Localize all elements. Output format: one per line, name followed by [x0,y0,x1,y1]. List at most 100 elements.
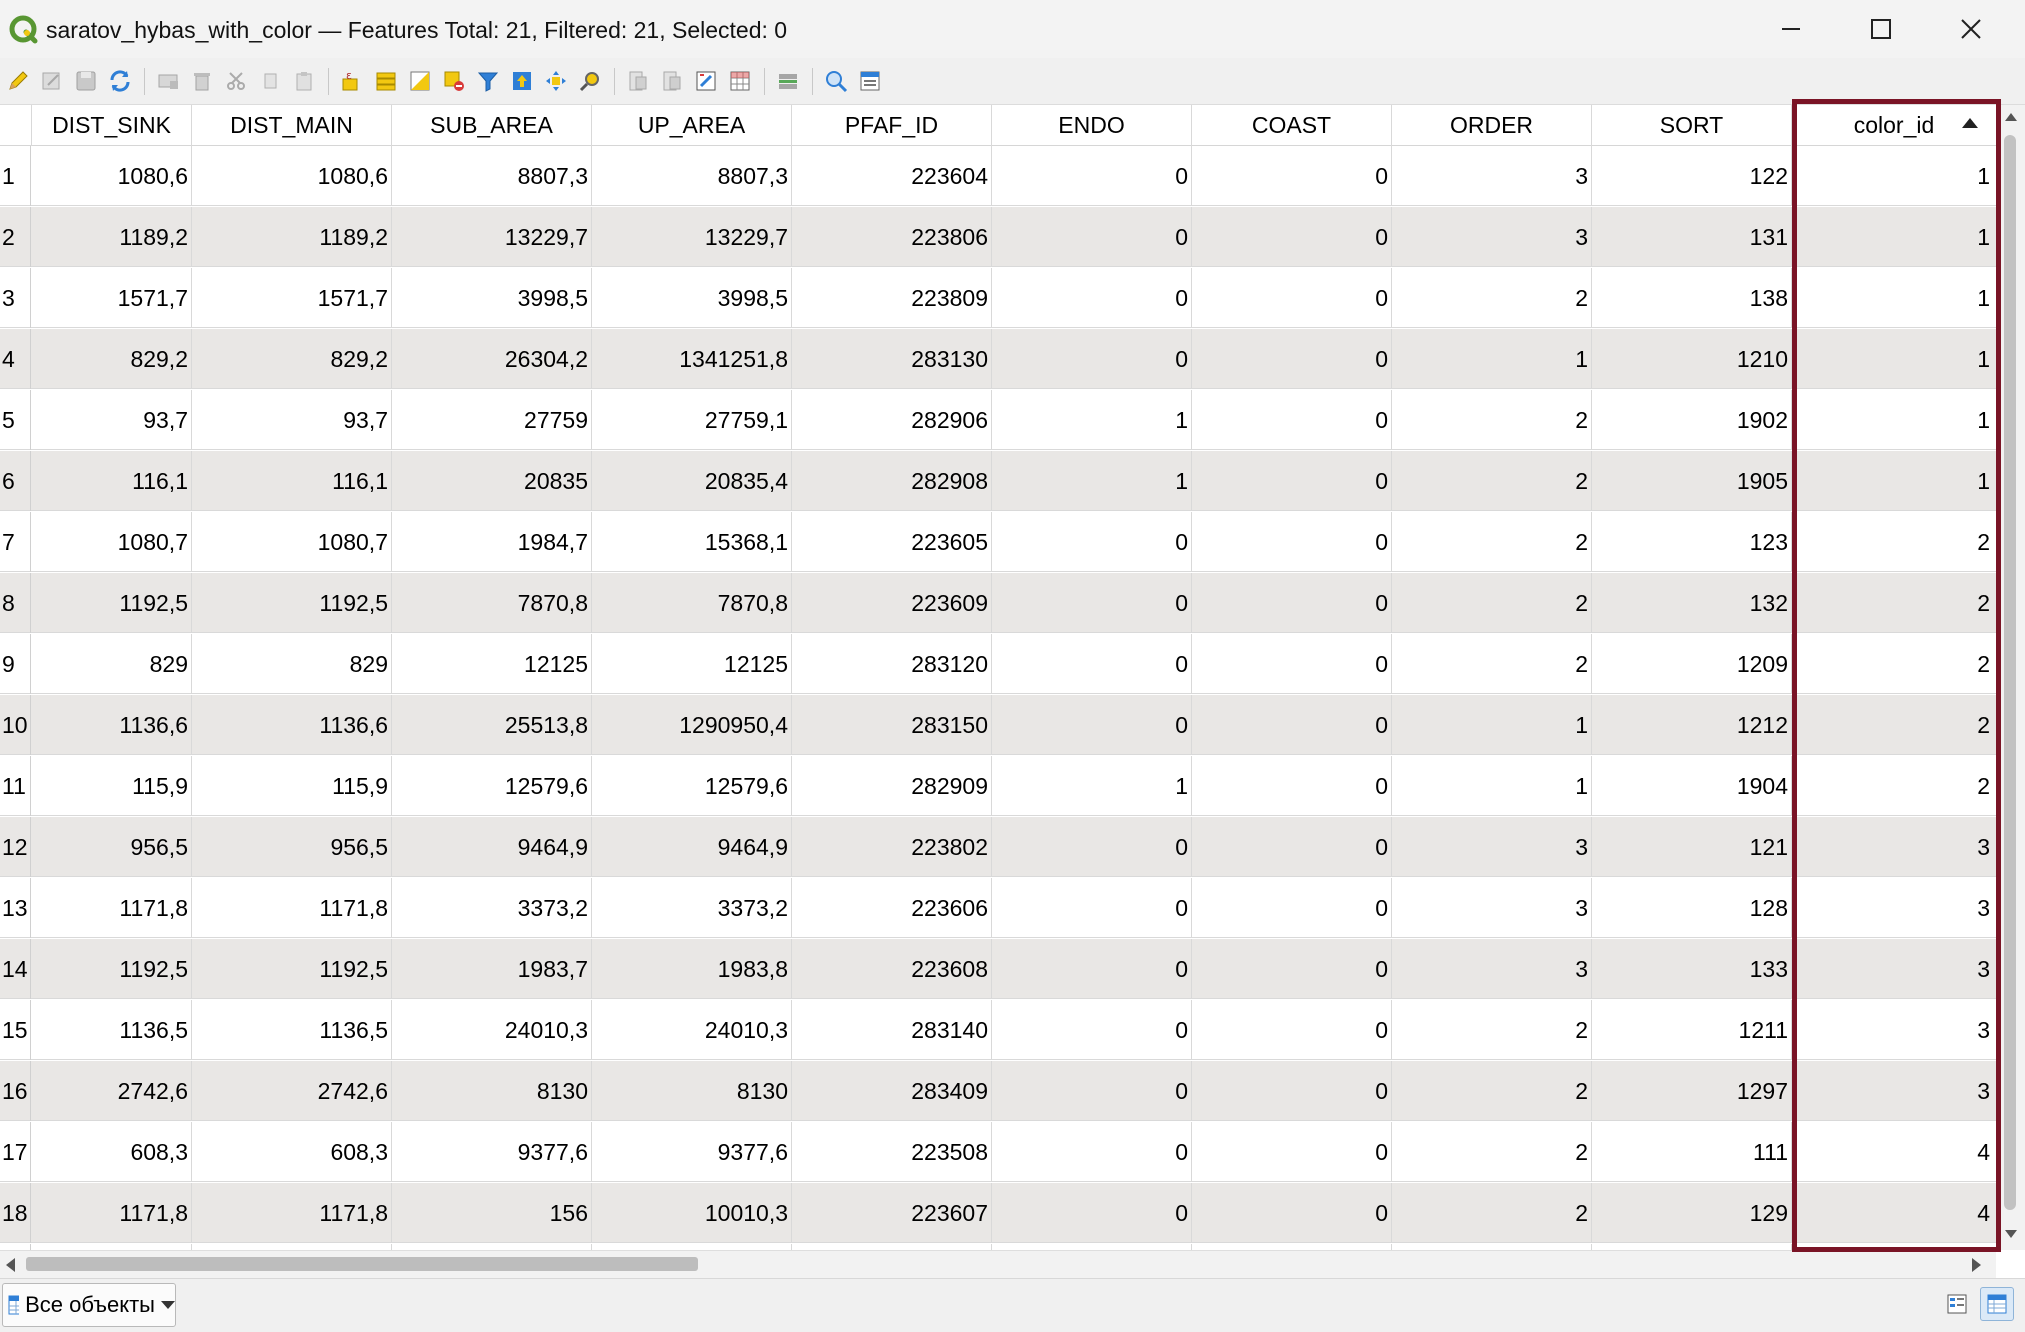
cell-dist-main[interactable]: 1189,2 [192,207,392,267]
cell-color-id[interactable]: 3 [1792,878,1996,938]
cell-color-id[interactable]: 2 [1792,634,1996,694]
cell-order[interactable]: 2 [1392,1000,1592,1060]
deselect-all-icon[interactable] [440,67,468,95]
vertical-scroll-thumb[interactable] [2004,135,2016,1210]
cell-dist-main[interactable]: 1136,5 [192,1000,392,1060]
cell-coast[interactable]: 0 [1192,329,1392,389]
cell-coast[interactable]: 0 [1192,1183,1392,1243]
cell-dist-sink[interactable]: 1192,5 [32,573,192,633]
vertical-scrollbar[interactable] [1996,105,2025,1250]
cell-order[interactable]: 3 [1392,939,1592,999]
cell-dist-main[interactable]: 115,9 [192,756,392,816]
table-row[interactable]: 18 1171,8 1171,8 156 10010,3 223607 0 0 2 129 4 [0,1183,1996,1243]
column-header-dist-sink[interactable]: DIST_SINK [32,105,192,146]
cell-dist-main[interactable]: 1136,6 [192,695,392,755]
table-row[interactable]: 14 1192,5 1192,5 1983,7 1983,8 223608 0 0 3 133 3 [0,939,1996,999]
cell-endo[interactable]: 0 [992,1183,1192,1243]
cell-dist-main[interactable]: 2742,6 [192,1061,392,1121]
cell-coast[interactable]: 0 [1192,146,1392,206]
scroll-down-icon[interactable] [2005,1230,2017,1238]
cell-sort[interactable]: 1212 [1592,695,1792,755]
cell-color-id[interactable]: 3 [1792,939,1996,999]
cell-color-id[interactable]: 3 [1792,817,1996,877]
cell-endo[interactable]: 0 [992,1000,1192,1060]
cell-endo[interactable]: 0 [992,207,1192,267]
dock-table-icon[interactable] [822,67,850,95]
cell-order[interactable]: 2 [1392,634,1592,694]
cell-dist-main[interactable]: 1571,7 [192,268,392,328]
cell-order[interactable]: 2 [1392,268,1592,328]
cell-coast[interactable]: 0 [1192,817,1392,877]
cell-dist-main[interactable]: 1080,6 [192,146,392,206]
cell-dist-main[interactable]: 1080,7 [192,512,392,572]
cell-sub-area[interactable]: 8130 [392,1061,592,1121]
table-row[interactable]: 8 1192,5 1192,5 7870,8 7870,8 223609 0 0 2 132 2 [0,573,1996,633]
cell-up-area[interactable]: 15368,1 [592,512,792,572]
cell-endo[interactable]: 0 [992,329,1192,389]
row-number[interactable]: 7 [0,512,31,572]
cell-dist-main[interactable]: 93,7 [192,390,392,450]
cell-up-area[interactable]: 3373,2 [592,878,792,938]
cell-sort[interactable]: 129 [1592,1183,1792,1243]
cell-dist-main[interactable]: 829,2 [192,329,392,389]
row-number[interactable]: 5 [0,390,31,450]
cell-dist-main[interactable]: 1171,8 [192,1183,392,1243]
cell-up-area[interactable]: 3998,5 [592,268,792,328]
cell-order[interactable]: 3 [1392,207,1592,267]
column-header-sort[interactable]: SORT [1592,105,1792,146]
cell-endo[interactable]: 0 [992,268,1192,328]
cell-color-id[interactable]: 1 [1792,451,1996,511]
cell-endo[interactable]: 0 [992,512,1192,572]
cell-order[interactable]: 3 [1392,817,1592,877]
cell-order[interactable]: 2 [1392,573,1592,633]
cell-sort[interactable]: 133 [1592,939,1792,999]
cell-coast[interactable]: 0 [1192,1061,1392,1121]
maximize-button[interactable] [1836,0,1926,58]
cell-endo[interactable]: 0 [992,695,1192,755]
cell-dist-sink[interactable]: 1189,2 [32,207,192,267]
cell-dist-sink[interactable]: 1136,5 [32,1000,192,1060]
row-number[interactable]: 12 [0,817,31,877]
cell-pfaf-id[interactable]: 283150 [792,695,992,755]
cell-order[interactable]: 2 [1392,390,1592,450]
filter-select-icon[interactable] [474,67,502,95]
cell-endo[interactable]: 0 [992,573,1192,633]
scroll-left-icon[interactable] [6,1258,15,1272]
cell-color-id[interactable]: 3 [1792,1061,1996,1121]
cell-coast[interactable]: 0 [1192,1000,1392,1060]
cell-dist-sink[interactable]: 93,7 [32,390,192,450]
cell-color-id[interactable]: 1 [1792,268,1996,328]
cell-coast[interactable]: 0 [1192,573,1392,633]
cell-order[interactable]: 2 [1392,1061,1592,1121]
row-number[interactable]: 1 [0,146,31,206]
table-row[interactable]: 4 829,2 829,2 26304,2 1341251,8 283130 0 0 1 1210… [0,329,1996,389]
table-row[interactable]: 17 608,3 608,3 9377,6 9377,6 223508 0 0 2 111 4 [0,1122,1996,1182]
cell-pfaf-id[interactable]: 283130 [792,329,992,389]
cell-order[interactable]: 2 [1392,1122,1592,1182]
cell-order[interactable]: 1 [1392,329,1592,389]
cell-color-id[interactable]: 1 [1792,146,1996,206]
cell-sort[interactable]: 138 [1592,268,1792,328]
cell-coast[interactable]: 0 [1192,695,1392,755]
move-selected-top-icon[interactable] [508,67,536,95]
cell-order[interactable]: 2 [1392,1183,1592,1243]
cell-sort[interactable]: 122 [1592,146,1792,206]
cell-pfaf-id[interactable]: 223608 [792,939,992,999]
column-header-color-id[interactable]: color_id [1792,105,1996,146]
row-number[interactable]: 3 [0,268,31,328]
cell-coast[interactable]: 0 [1192,634,1392,694]
cell-pfaf-id[interactable]: 223806 [792,207,992,267]
cell-sub-area[interactable]: 156 [392,1183,592,1243]
cell-coast[interactable]: 0 [1192,1122,1392,1182]
cell-dist-sink[interactable]: 829,2 [32,329,192,389]
cell-dist-sink[interactable]: 2742,6 [32,1061,192,1121]
scroll-up-icon[interactable] [2005,113,2017,121]
cell-pfaf-id[interactable]: 283140 [792,1000,992,1060]
cell-sub-area[interactable]: 9377,6 [392,1122,592,1182]
cell-endo[interactable]: 0 [992,939,1192,999]
scroll-right-icon[interactable] [1972,1258,1981,1272]
cell-dist-sink[interactable]: 1171,8 [32,1183,192,1243]
cell-coast[interactable]: 0 [1192,512,1392,572]
new-field-icon[interactable] [624,67,652,95]
cell-color-id[interactable]: 3 [1792,1000,1996,1060]
